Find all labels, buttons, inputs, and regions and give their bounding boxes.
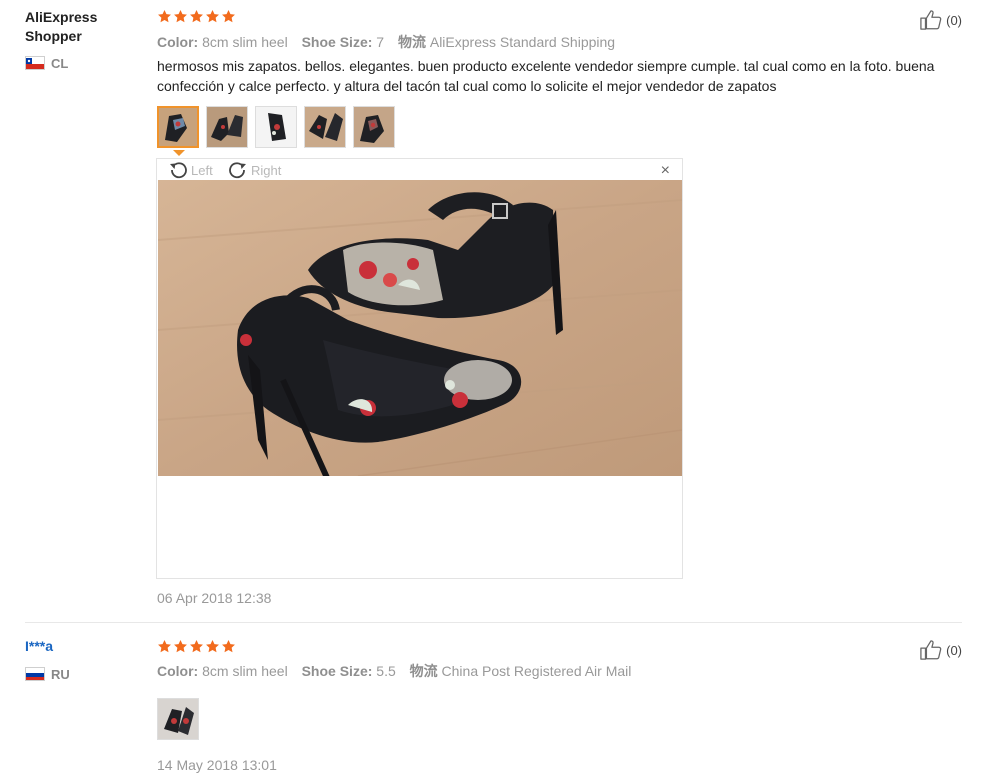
- rotate-left-button[interactable]: Left: [167, 159, 213, 181]
- shipping-label: 物流: [409, 663, 438, 679]
- shipping-value: AliExpress Standard Shipping: [429, 34, 616, 50]
- rating-stars: [157, 9, 236, 24]
- rotate-left-label: Left: [191, 162, 213, 178]
- star-icon: [189, 639, 204, 654]
- color-value: 8cm slim heel: [202, 663, 288, 679]
- helpful-count: (0): [946, 12, 962, 28]
- star-icon: [173, 9, 188, 24]
- shoe-size-value: 5.5: [376, 663, 396, 679]
- country-code: RU: [51, 666, 70, 682]
- order-attributes: Color: 8cm slim heel Shoe Size: 7 物流 Ali…: [157, 32, 625, 52]
- review-item: AliExpress Shopper CL Color: 8cm slim he…: [0, 0, 982, 622]
- shipping-value: China Post Registered Air Mail: [441, 663, 632, 679]
- review-photo: [158, 180, 682, 476]
- reviewer-name[interactable]: I***a: [25, 637, 135, 656]
- review-item: I***a RU Color: 8cm slim heel Shoe Size:…: [0, 624, 982, 784]
- color-label: Color:: [157, 663, 199, 679]
- shoe-size-label: Shoe Size:: [301, 663, 373, 679]
- star-icon: [221, 9, 236, 24]
- review-photo-thumbnail[interactable]: [304, 106, 346, 148]
- reviewer-country: CL: [25, 55, 68, 71]
- shipping-label: 物流: [397, 34, 426, 50]
- review-photo-thumbnail[interactable]: [157, 106, 199, 148]
- review-photo-thumbnail[interactable]: [353, 106, 395, 148]
- reviewer-country: RU: [25, 666, 70, 682]
- star-icon: [173, 639, 188, 654]
- star-icon: [189, 9, 204, 24]
- thumb-up-icon: [918, 639, 944, 661]
- russia-flag-icon: [25, 667, 45, 681]
- rotate-right-label: Right: [251, 162, 282, 178]
- country-code: CL: [51, 55, 69, 71]
- helpful-button[interactable]: (0): [918, 9, 962, 31]
- star-icon: [205, 9, 220, 24]
- review-text: hermosos mis zapatos. bellos. elegantes.…: [157, 58, 935, 94]
- helpful-count: (0): [946, 642, 962, 658]
- rotate-right-icon: [229, 162, 246, 179]
- star-icon: [157, 639, 172, 654]
- review-photo-thumbnails: [157, 698, 199, 740]
- order-attributes: Color: 8cm slim heel Shoe Size: 5.5 物流 C…: [157, 661, 641, 681]
- review-photo-thumbnails: [157, 106, 395, 148]
- thumb-up-icon: [918, 9, 944, 31]
- review-date: 06 Apr 2018 12:38: [157, 590, 272, 606]
- color-label: Color:: [157, 34, 199, 50]
- star-icon: [205, 639, 220, 654]
- rotate-right-button[interactable]: Right: [227, 159, 281, 181]
- rating-stars: [157, 639, 236, 654]
- close-icon[interactable]: ×: [661, 163, 670, 179]
- review-date: 14 May 2018 13:01: [157, 757, 277, 773]
- photo-viewer: Left Right ×: [156, 158, 683, 579]
- reviewer-name: AliExpress Shopper: [25, 9, 98, 44]
- review-photo-thumbnail[interactable]: [206, 106, 248, 148]
- review-photo-thumbnail[interactable]: [255, 106, 297, 148]
- chile-flag-icon: [25, 56, 45, 70]
- color-value: 8cm slim heel: [202, 34, 288, 50]
- shoe-size-label: Shoe Size:: [301, 34, 373, 50]
- helpful-button[interactable]: (0): [918, 639, 962, 661]
- active-thumbnail-indicator: [173, 150, 185, 156]
- star-icon: [157, 9, 172, 24]
- rotate-left-icon: [170, 162, 187, 179]
- shoe-size-value: 7: [376, 34, 385, 50]
- review-divider: [25, 622, 962, 623]
- star-icon: [221, 639, 236, 654]
- review-photo-thumbnail[interactable]: [157, 698, 199, 740]
